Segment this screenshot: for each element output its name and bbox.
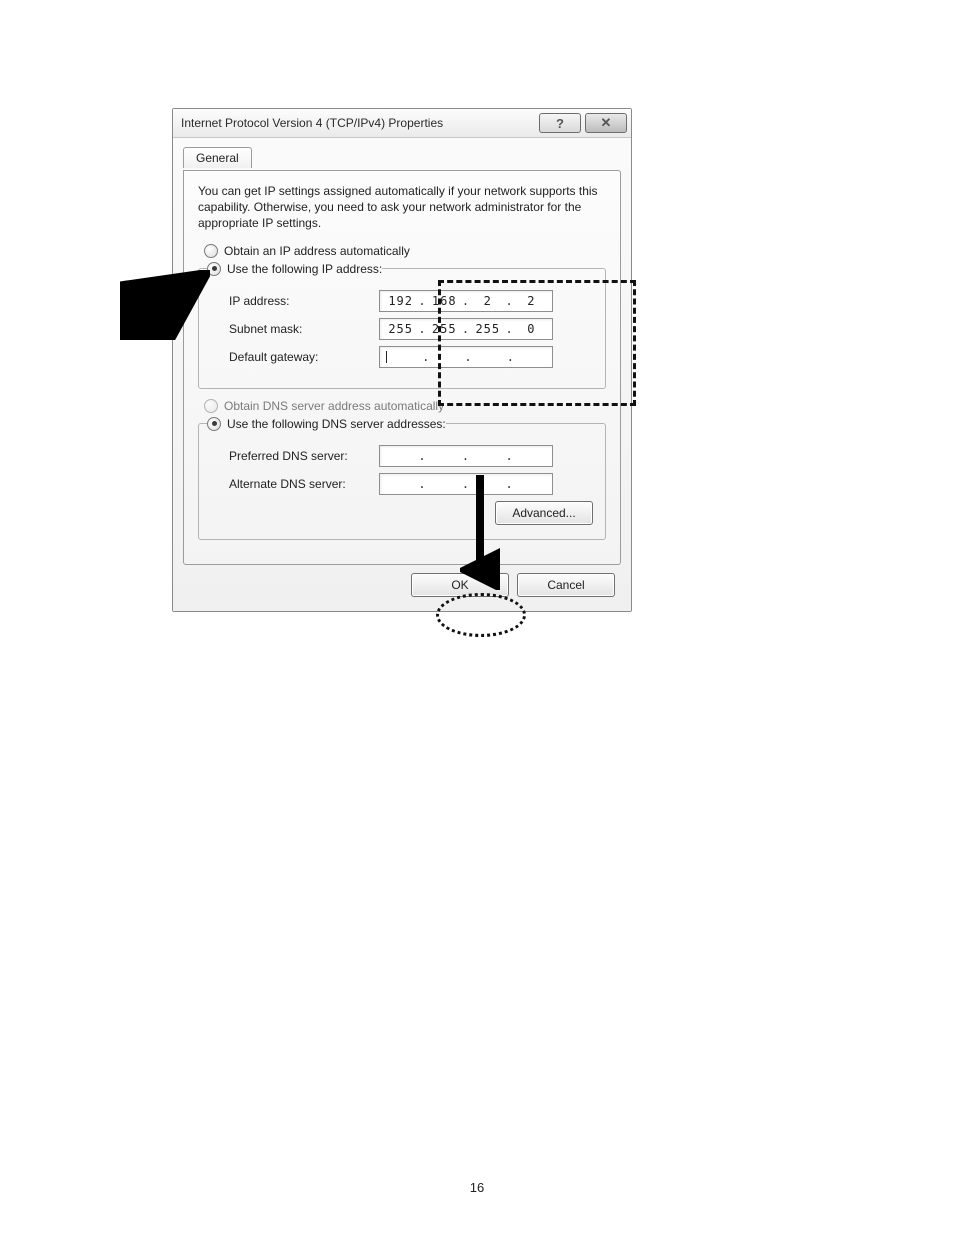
default-gateway-input[interactable]: . . . — [379, 346, 553, 368]
ip-address-label: IP address: — [229, 294, 379, 308]
tab-general[interactable]: General — [183, 147, 252, 168]
ok-button[interactable]: OK — [411, 573, 509, 597]
ip-address-group: Use the following IP address: IP address… — [198, 262, 606, 389]
subnet-mask-input[interactable]: 255. 255. 255. 0 — [379, 318, 553, 340]
radio-obtain-dns-auto-label: Obtain DNS server address automatically — [224, 399, 444, 413]
close-button[interactable]: ✕ — [585, 113, 627, 133]
default-gateway-label: Default gateway: — [229, 350, 379, 364]
help-icon: ? — [556, 116, 564, 131]
dns-group: Use the following DNS server addresses: … — [198, 417, 606, 540]
radio-use-dns-label: Use the following DNS server addresses: — [227, 417, 446, 431]
preferred-dns-input[interactable]: . . . — [379, 445, 553, 467]
radio-obtain-ip-auto[interactable] — [204, 244, 218, 258]
ipv4-properties-dialog: Internet Protocol Version 4 (TCP/IPv4) P… — [172, 108, 632, 612]
tabpage-general: You can get IP settings assigned automat… — [183, 170, 621, 565]
text-caret — [386, 351, 387, 363]
close-icon: ✕ — [601, 115, 612, 131]
titlebar[interactable]: Internet Protocol Version 4 (TCP/IPv4) P… — [173, 109, 631, 138]
subnet-mask-label: Subnet mask: — [229, 322, 379, 336]
help-button[interactable]: ? — [539, 113, 581, 133]
radio-use-ip[interactable] — [207, 262, 221, 276]
alternate-dns-label: Alternate DNS server: — [229, 477, 379, 491]
advanced-button[interactable]: Advanced... — [495, 501, 593, 525]
ip-address-input[interactable]: 192. 168. 2. 2 — [379, 290, 553, 312]
page-number: 16 — [0, 1180, 954, 1195]
radio-use-dns[interactable] — [207, 417, 221, 431]
window-title: Internet Protocol Version 4 (TCP/IPv4) P… — [181, 116, 535, 130]
alternate-dns-input[interactable]: . . . — [379, 473, 553, 495]
radio-obtain-dns-auto — [204, 399, 218, 413]
radio-obtain-ip-auto-label: Obtain an IP address automatically — [224, 244, 410, 258]
cancel-button[interactable]: Cancel — [517, 573, 615, 597]
preferred-dns-label: Preferred DNS server: — [229, 449, 379, 463]
radio-use-ip-label: Use the following IP address: — [227, 262, 382, 276]
description-text: You can get IP settings assigned automat… — [198, 183, 606, 232]
